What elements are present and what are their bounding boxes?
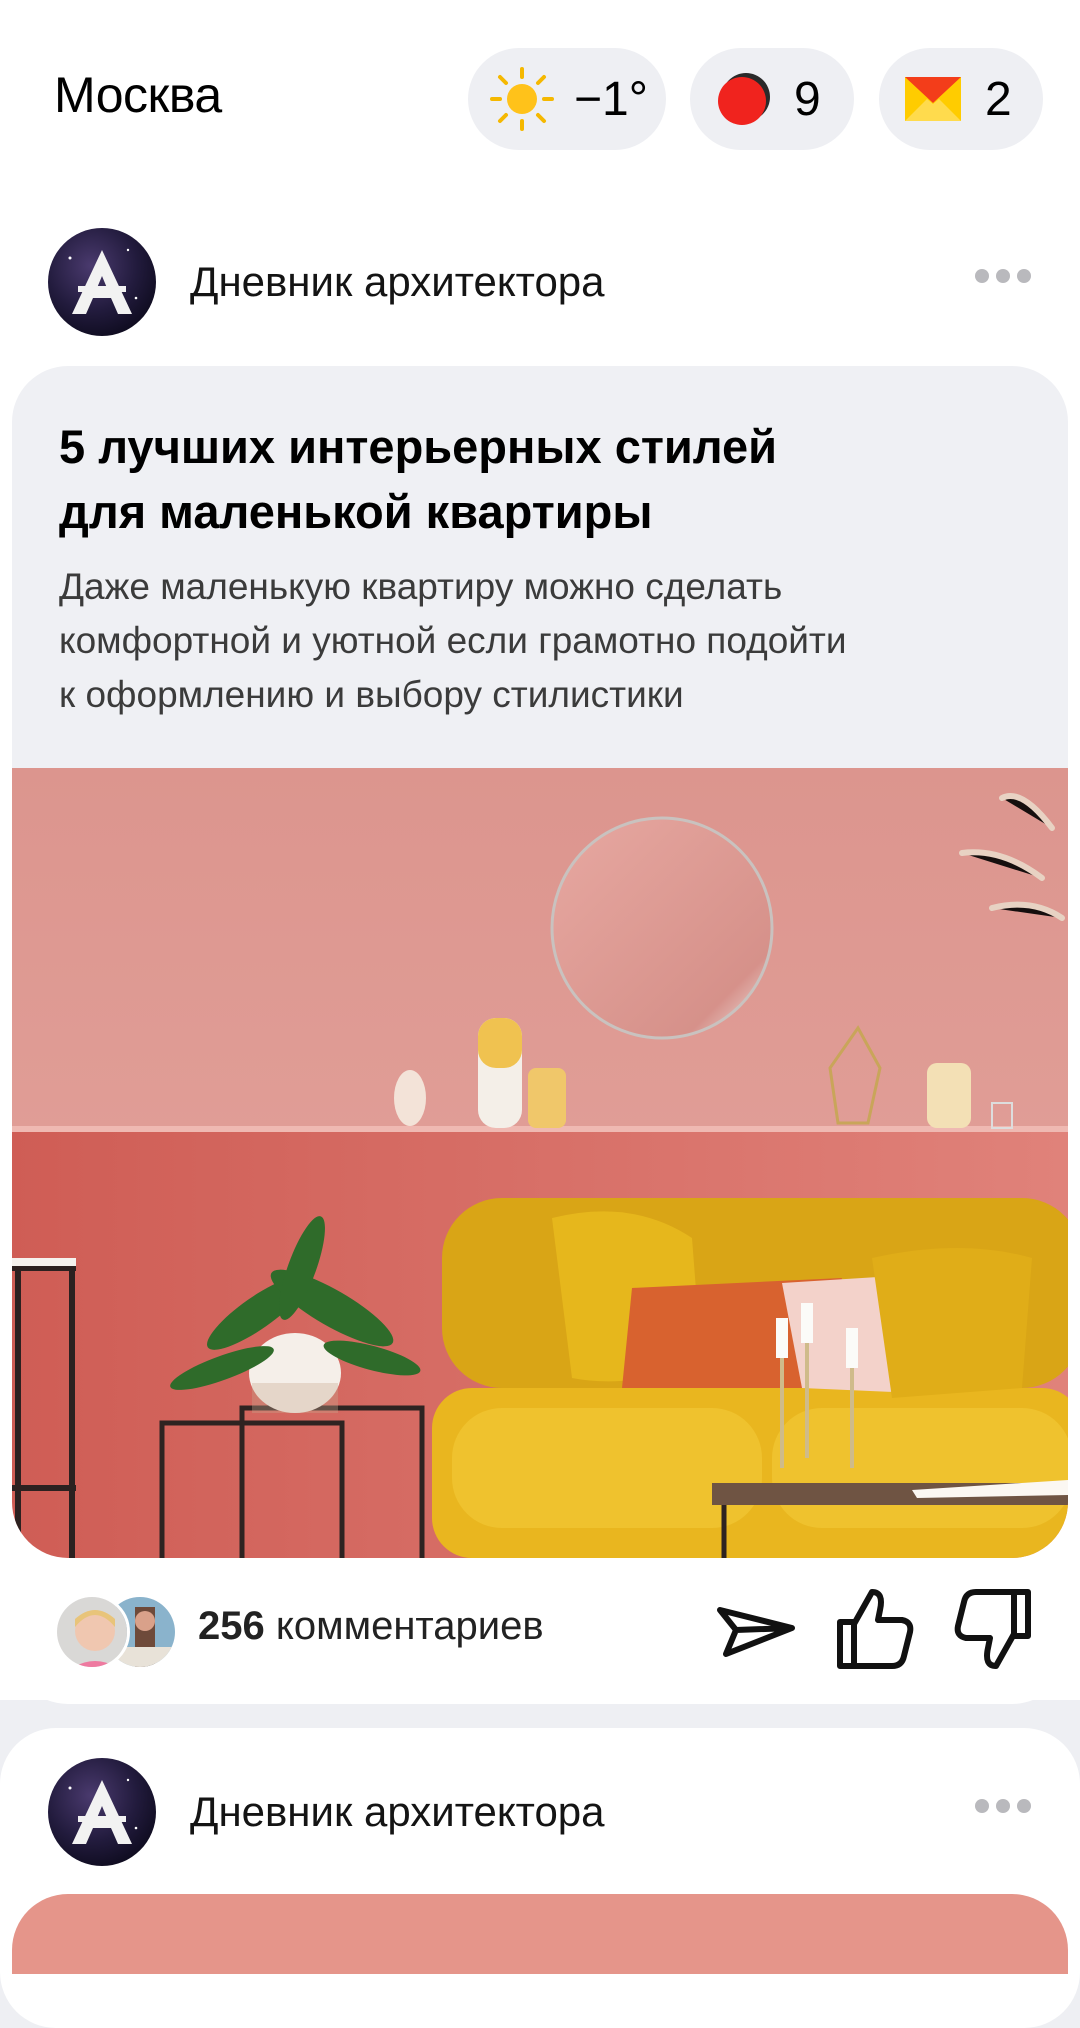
traffic-score: 9 bbox=[794, 72, 821, 126]
mail-count: 2 bbox=[985, 72, 1012, 126]
comments-link[interactable]: 256 комментариев bbox=[198, 1604, 544, 1649]
more-options-icon[interactable] bbox=[974, 1798, 1032, 1814]
post-subtitle: Даже маленькую квартиру можно сделать ко… bbox=[59, 566, 847, 715]
like-icon[interactable] bbox=[830, 1584, 920, 1674]
channel-avatar[interactable] bbox=[48, 228, 156, 336]
dislike-icon[interactable] bbox=[948, 1584, 1038, 1674]
channel-row: Дневник архитектора bbox=[48, 228, 1032, 336]
temperature: −1° bbox=[574, 72, 648, 126]
commenter-avatar bbox=[54, 1594, 130, 1670]
post-image[interactable] bbox=[12, 1894, 1068, 1974]
channel-name[interactable]: Дневник архитектора bbox=[190, 258, 605, 306]
mail-icon bbox=[905, 77, 961, 121]
share-icon[interactable] bbox=[712, 1584, 802, 1674]
sun-icon bbox=[490, 67, 554, 131]
channel-name[interactable]: Дневник архитектора bbox=[190, 1788, 605, 1836]
weather-widget[interactable]: −1° bbox=[468, 48, 666, 150]
commenter-avatars[interactable] bbox=[54, 1594, 184, 1670]
post-card[interactable]: 5 лучших интерьерных стилей для маленько… bbox=[12, 366, 1068, 1704]
mail-widget[interactable]: 2 bbox=[879, 48, 1043, 150]
more-options-icon[interactable] bbox=[974, 268, 1032, 284]
channel-row: Дневник архитектора bbox=[48, 1758, 1032, 1866]
post-footer: 256 комментариев bbox=[12, 1558, 1068, 1704]
comments-label: комментариев bbox=[275, 1604, 544, 1648]
city-name[interactable]: Москва bbox=[54, 66, 222, 124]
traffic-icon bbox=[718, 73, 770, 125]
comments-count: 256 bbox=[198, 1604, 265, 1648]
post-title[interactable]: 5 лучших интерьерных стилей для маленько… bbox=[59, 414, 959, 544]
channel-avatar[interactable] bbox=[48, 1758, 156, 1866]
traffic-widget[interactable]: 9 bbox=[690, 48, 854, 150]
post-text-block: 5 лучших интерьерных стилей для маленько… bbox=[12, 366, 1068, 768]
post-image[interactable] bbox=[12, 768, 1068, 1558]
post-card[interactable]: Дневник архитектора bbox=[0, 1728, 1080, 2028]
